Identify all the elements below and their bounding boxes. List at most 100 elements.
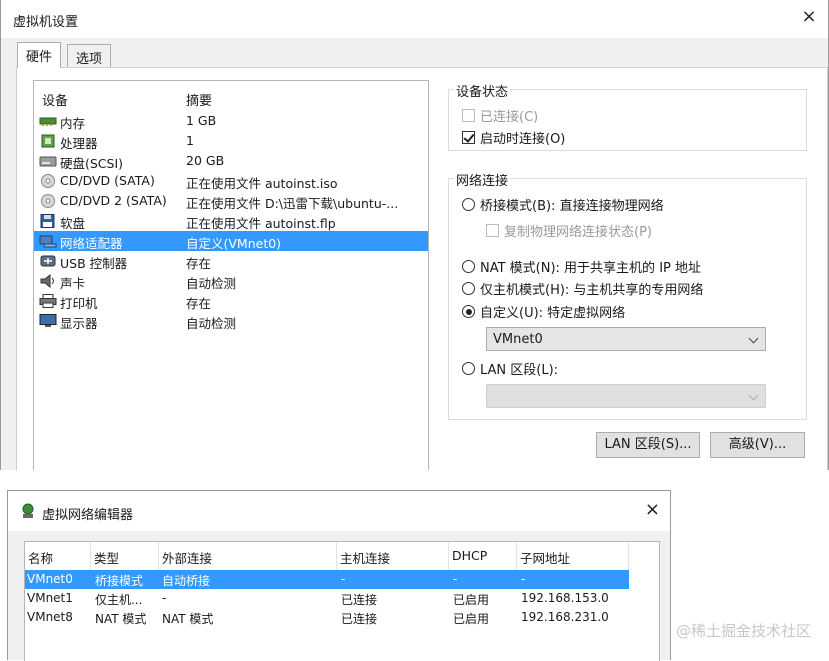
memory-icon: [39, 117, 57, 126]
table-row[interactable]: VMnet8 NAT 模式 NAT 模式 已连接 已启用 192.168.231…: [25, 608, 629, 627]
connected-label: 已连接(C): [480, 110, 539, 125]
device-row-memory[interactable]: 内存 1 GB: [34, 111, 428, 131]
custom-radio[interactable]: 自定义(U): 特定虚拟网络: [462, 302, 625, 321]
device-summary: 自定义(VMnet0): [186, 236, 282, 251]
device-summary: 存在: [186, 296, 212, 311]
custom-network-select[interactable]: VMnet0: [486, 327, 766, 351]
table-row[interactable]: VMnet1 仅主机... - 已连接 已启用 192.168.153.0: [25, 589, 629, 608]
summary-column-header[interactable]: 摘要: [186, 90, 212, 109]
device-row-display[interactable]: 显示器 自动检测: [34, 311, 428, 331]
cell-host: 已连接: [341, 593, 378, 607]
replicate-state-checkbox[interactable]: 复制物理网络连接状态(P): [486, 221, 652, 240]
device-summary: 1 GB: [186, 113, 217, 128]
close-icon[interactable]: ×: [645, 501, 660, 519]
column-header-type[interactable]: 类型: [91, 542, 159, 570]
custom-label: 自定义(U): 特定虚拟网络: [480, 306, 626, 321]
cell-host: 已连接: [341, 612, 378, 626]
device-name: 软盘: [60, 216, 86, 231]
cell-external: NAT 模式: [162, 612, 214, 626]
device-name: 声卡: [60, 276, 86, 291]
device-row-hard-disk[interactable]: 硬盘(SCSI) 20 GB: [34, 151, 428, 171]
device-row-sound-card[interactable]: 声卡 自动检测: [34, 271, 428, 291]
lan-segment-radio[interactable]: LAN 区段(L):: [462, 359, 558, 378]
title-bar: 虚拟机设置 ×: [1, 0, 828, 38]
cell-subnet: 192.168.231.0: [521, 610, 609, 624]
device-name: USB 控制器: [60, 256, 128, 271]
device-status-label: 设备状态: [454, 81, 511, 100]
virtual-network-editor-window: 虚拟网络编辑器 × 名称 类型 外部连接 主机连接 DHCP 子网地址 VMne…: [7, 490, 671, 661]
nat-mode-radio[interactable]: NAT 模式(N): 用于共享主机的 IP 地址: [462, 257, 701, 276]
tab-options[interactable]: 选项: [67, 44, 112, 68]
network-table: 名称 类型 外部连接 主机连接 DHCP 子网地址 VMnet0 桥接模式 自动…: [24, 541, 660, 661]
cell-dhcp: -: [453, 572, 458, 586]
checkbox-box: [486, 224, 499, 237]
host-only-radio[interactable]: 仅主机模式(H): 与主机共享的专用网络: [462, 279, 703, 298]
device-summary: 正在使用文件 D:\迅雷下载\ubuntu-...: [186, 196, 399, 211]
device-name: CD/DVD (SATA): [60, 173, 155, 188]
host-only-label: 仅主机模式(H): 与主机共享的专用网络: [480, 283, 704, 298]
close-icon[interactable]: ×: [800, 8, 818, 26]
device-row-processor[interactable]: 处理器 1: [34, 131, 428, 151]
column-header-subnet[interactable]: 子网地址: [517, 542, 629, 570]
device-name: 处理器: [60, 136, 98, 151]
bridged-mode-label: 桥接模式(B): 直接连接物理网络: [480, 199, 664, 214]
connect-at-power-on-label: 启动时连接(O): [480, 132, 566, 147]
replicate-state-label: 复制物理网络连接状态(P): [504, 225, 652, 240]
lan-segment-select[interactable]: [486, 384, 766, 408]
usb-icon: [40, 255, 56, 267]
chevron-down-icon: [748, 390, 759, 401]
device-name: 打印机: [60, 296, 98, 311]
cell-name: VMnet1: [27, 591, 73, 605]
device-row-usb-controller[interactable]: USB 控制器 存在: [34, 251, 428, 271]
device-summary: 自动检测: [186, 316, 237, 331]
connect-at-power-on-checkbox[interactable]: 启动时连接(O): [462, 128, 565, 147]
cell-type: 桥接模式: [95, 574, 144, 588]
device-row-cd-dvd[interactable]: CD/DVD (SATA) 正在使用文件 autoinst.iso: [34, 171, 428, 191]
checkbox-box: [462, 131, 475, 144]
cell-subnet: 192.168.153.0: [521, 591, 609, 605]
device-row-cd-dvd-2[interactable]: CD/DVD 2 (SATA) 正在使用文件 D:\迅雷下载\ubuntu-..…: [34, 191, 428, 211]
cell-external: -: [162, 591, 167, 605]
radio-circle: [462, 305, 475, 318]
advanced-button[interactable]: 高级(V)...: [710, 432, 805, 458]
column-header-name[interactable]: 名称: [25, 542, 91, 570]
device-summary: 正在使用文件 autoinst.flp: [186, 216, 336, 231]
network-globe-icon: [22, 503, 34, 518]
device-name: 内存: [60, 116, 86, 131]
column-header-external[interactable]: 外部连接: [159, 542, 337, 570]
lan-segments-button[interactable]: LAN 区段(S)...: [596, 432, 700, 458]
cd-dvd-icon: [41, 194, 55, 208]
checkbox-box: [462, 109, 475, 122]
device-name: CD/DVD 2 (SATA): [60, 193, 167, 208]
window-title: 虚拟网络编辑器: [42, 508, 134, 523]
device-row-floppy[interactable]: 软盘 正在使用文件 autoinst.flp: [34, 211, 428, 231]
floppy-icon: [40, 214, 55, 228]
column-header-host[interactable]: 主机连接: [337, 542, 449, 570]
tab-hardware[interactable]: 硬件: [17, 42, 62, 68]
device-column-header[interactable]: 设备: [42, 90, 68, 109]
lan-segment-label: LAN 区段(L):: [480, 363, 559, 378]
device-list-header: 设备 摘要: [34, 81, 428, 111]
radio-circle: [462, 198, 475, 211]
table-row[interactable]: VMnet0 桥接模式 自动桥接 - - -: [25, 570, 629, 589]
connected-checkbox[interactable]: 已连接(C): [462, 106, 538, 125]
device-name: 硬盘(SCSI): [60, 156, 124, 171]
device-row-printer[interactable]: 打印机 存在: [34, 291, 428, 311]
cd-dvd-icon: [41, 174, 55, 188]
chevron-down-icon: [748, 333, 759, 344]
processor-icon: [41, 134, 55, 148]
device-row-network-adapter[interactable]: 网络适配器 自定义(VMnet0): [34, 231, 428, 251]
printer-icon: [39, 294, 57, 308]
network-connection-label: 网络连接: [454, 170, 511, 189]
network-adapter-icon: [39, 235, 57, 248]
vm-settings-window: 虚拟机设置 × 硬件 选项 设备 摘要 内存 1 GB 处理器 1 硬盘(SCS…: [0, 0, 829, 470]
device-summary: 正在使用文件 autoinst.iso: [186, 176, 338, 191]
column-header-dhcp[interactable]: DHCP: [449, 542, 517, 570]
cell-type: NAT 模式: [95, 612, 147, 626]
hard-disk-icon: [39, 156, 57, 167]
bridged-mode-radio[interactable]: 桥接模式(B): 直接连接物理网络: [462, 195, 664, 214]
window-title: 虚拟机设置: [13, 15, 79, 30]
device-name: 显示器: [60, 316, 98, 331]
device-name: 网络适配器: [60, 236, 123, 251]
radio-circle: [462, 282, 475, 295]
